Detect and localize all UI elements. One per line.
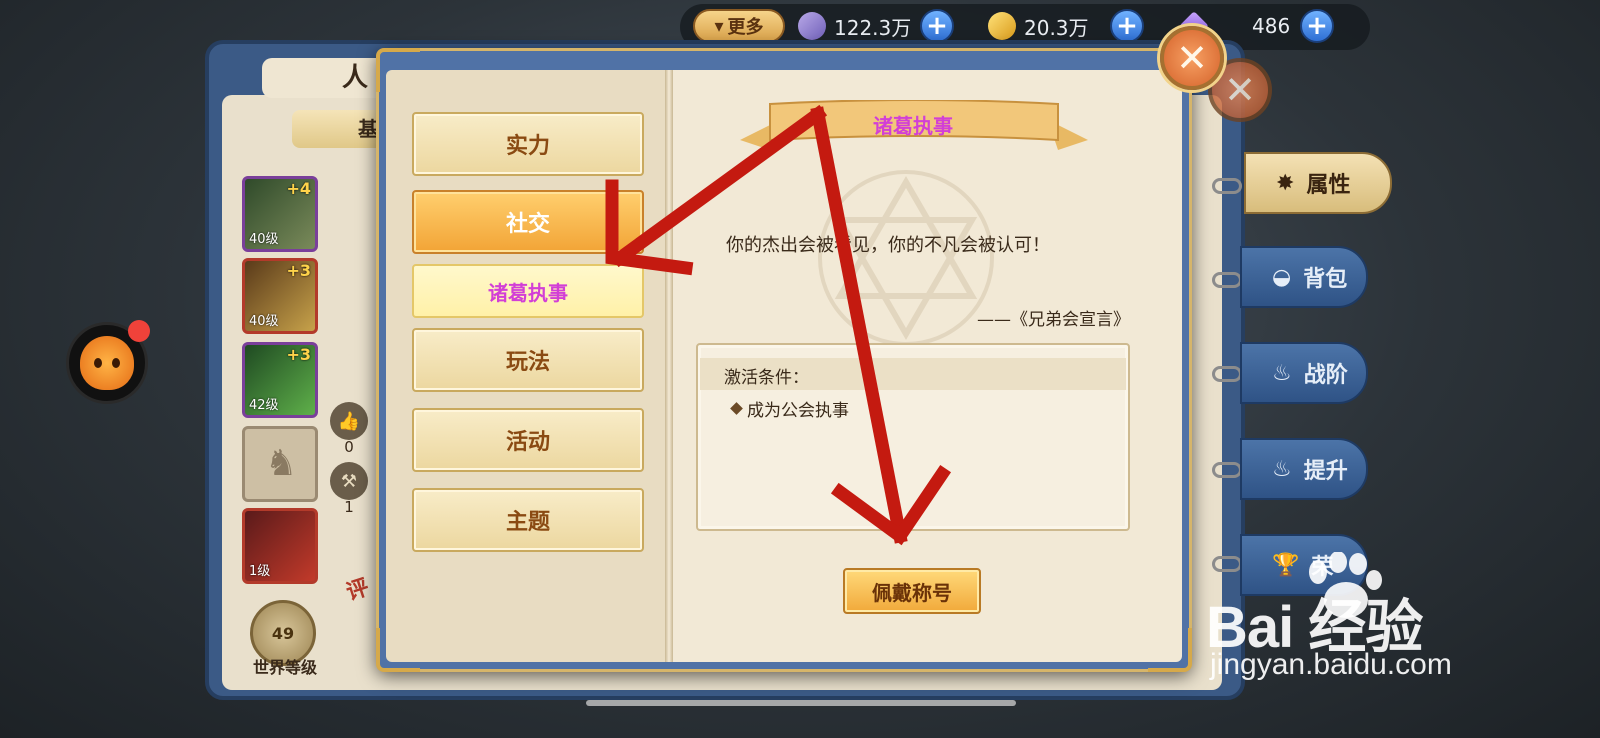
- binder-ring: [1212, 272, 1242, 288]
- category-strength[interactable]: 实力: [412, 112, 644, 176]
- title-name: 诸葛执事: [873, 114, 953, 138]
- flame-icon: ♨: [1272, 456, 1292, 482]
- tab-attributes[interactable]: ✸ 属性: [1244, 152, 1392, 214]
- binder-ring: [1212, 462, 1242, 478]
- hammer-count: 1: [344, 498, 354, 516]
- wear-title-button[interactable]: 佩戴称号: [843, 568, 981, 614]
- tab-rank[interactable]: ♨ 战阶: [1240, 342, 1368, 404]
- more-label: 更多: [727, 17, 764, 38]
- tab-bag[interactable]: ◒ 背包: [1240, 246, 1368, 308]
- frame-corner: [1148, 628, 1192, 672]
- chevron-down-icon: ▾: [714, 15, 724, 37]
- equipment-slot-armor[interactable]: +3 42级: [242, 342, 318, 418]
- item-level: 40级: [249, 232, 279, 247]
- bullet-icon: [730, 402, 743, 415]
- currency-value: 122.3万: [834, 15, 912, 40]
- subcategory-zhuge-steward[interactable]: 诸葛执事: [412, 264, 644, 318]
- tab-upgrade[interactable]: ♨ 提升: [1240, 438, 1368, 500]
- item-level: 42级: [249, 398, 279, 413]
- close-icon: ✕: [1176, 36, 1208, 80]
- category-gameplay[interactable]: 玩法: [412, 328, 644, 392]
- currency-feather: 122.3万: [798, 9, 911, 43]
- title-quote: 你的杰出会被看见，你的不凡会被认可！: [726, 235, 1050, 256]
- horse-icon: ♞: [265, 443, 298, 484]
- add-gold-button[interactable]: +: [1110, 9, 1144, 43]
- currency-gold: 20.3万: [988, 9, 1089, 43]
- equipment-slot-mount[interactable]: ♞: [242, 426, 318, 502]
- category-social[interactable]: 社交: [412, 190, 644, 254]
- equipment-slot-accessory[interactable]: 1级: [242, 508, 318, 584]
- home-indicator[interactable]: [586, 700, 1016, 706]
- quote-source: ——《兄弟会宣言》: [977, 310, 1130, 330]
- currency-value: 486: [1252, 14, 1291, 38]
- binder-ring: [1212, 178, 1242, 194]
- category-theme[interactable]: 主题: [412, 488, 644, 552]
- notification-dot: [128, 320, 150, 342]
- close-button[interactable]: ✕: [1160, 26, 1224, 90]
- frame-corner: [376, 628, 420, 672]
- flame-icon: ♨: [1272, 360, 1292, 386]
- binder-ring: [1212, 366, 1242, 382]
- item-level: 40级: [249, 314, 279, 329]
- bag-icon: ◒: [1272, 264, 1292, 290]
- enhance-level: +4: [286, 179, 311, 198]
- world-level-label: 世界等级: [252, 658, 317, 677]
- more-button[interactable]: ▾ 更多: [693, 9, 785, 43]
- feather-icon: [798, 12, 826, 40]
- currency-value: 20.3万: [1024, 15, 1089, 40]
- add-crystal-button[interactable]: +: [1300, 9, 1334, 43]
- condition-item: 成为公会执事: [730, 396, 849, 421]
- condition-title: 激活条件：: [724, 368, 809, 388]
- gold-leaf-icon: [988, 12, 1016, 40]
- enhance-level: +3: [286, 261, 311, 280]
- add-feather-button[interactable]: +: [920, 9, 954, 43]
- equipment-slot-helmet[interactable]: +3 40级: [242, 258, 318, 334]
- pumpkin-icon: [80, 336, 134, 390]
- frame-corner: [376, 48, 420, 92]
- category-event[interactable]: 活动: [412, 408, 644, 472]
- equipment-slot-bow[interactable]: +4 40级: [242, 176, 318, 252]
- trophy-icon: 🏆: [1272, 552, 1300, 578]
- thumbs-up-icon[interactable]: 👍: [330, 402, 368, 440]
- book-spine: [665, 70, 673, 662]
- like-count: 0: [344, 438, 354, 456]
- watermark-url: jingyan.baidu.com: [1210, 648, 1452, 681]
- item-level: 1级: [249, 564, 271, 579]
- hammer-icon[interactable]: ⚒: [330, 462, 368, 500]
- binder-ring: [1212, 556, 1242, 572]
- enhance-level: +3: [286, 345, 311, 364]
- star-icon: ✸: [1276, 170, 1295, 196]
